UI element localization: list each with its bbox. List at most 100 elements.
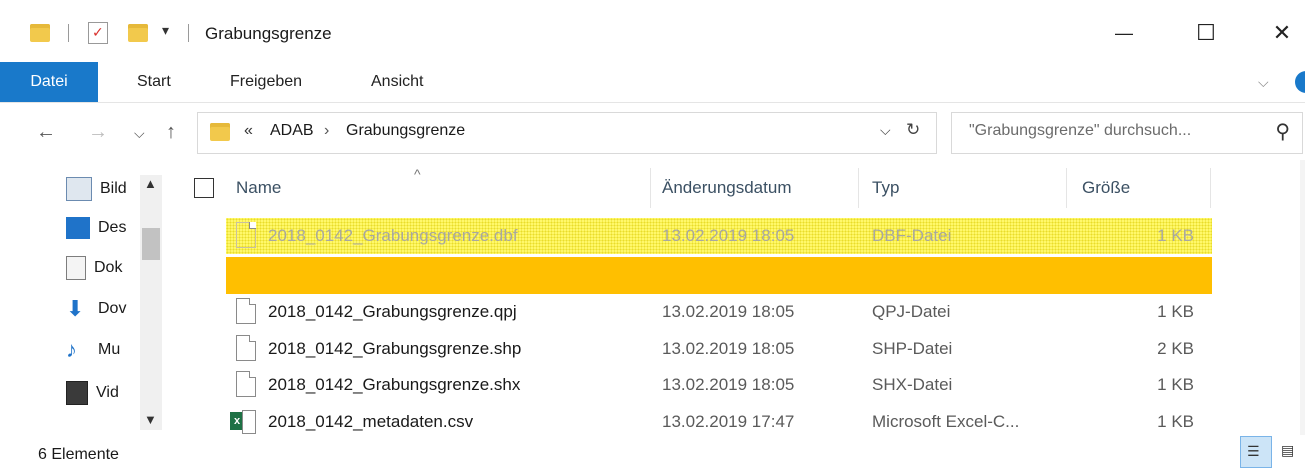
nav-item-label: Mu bbox=[98, 341, 121, 358]
maximize-icon: ☐ bbox=[1196, 20, 1216, 45]
file-name: 2018_0142_metadaten.csv bbox=[268, 412, 474, 431]
excel-csv-icon: x bbox=[230, 410, 256, 434]
nav-item-downloads[interactable]: ⬇ Dov bbox=[66, 294, 126, 324]
search-placeholder: "Grabungsgrenze" durchsuch... bbox=[969, 122, 1192, 139]
file-row[interactable]: 2018_0142_Grabungsgrenze.qpj 13.02.2019 … bbox=[226, 294, 1212, 330]
tab-start[interactable]: Start bbox=[137, 62, 171, 102]
file-row[interactable]: 2018_0142_Grabungsgrenze.shx 13.02.2019 … bbox=[226, 367, 1212, 403]
file-name: 2018_0142_Grabungsgrenze.shp bbox=[268, 339, 522, 358]
videos-icon bbox=[66, 381, 88, 405]
file-size: 1 KB bbox=[1157, 302, 1194, 321]
scroll-up-icon[interactable]: ▲ bbox=[144, 176, 157, 191]
breadcrumb-overflow[interactable]: « bbox=[244, 122, 253, 140]
nav-item-desktop[interactable]: Des bbox=[66, 213, 126, 243]
details-view-button[interactable]: ☰ bbox=[1240, 436, 1272, 468]
column-header-name[interactable]: Name bbox=[236, 174, 281, 202]
nav-item-musik[interactable]: ♪ Mu bbox=[66, 335, 120, 365]
highlighted-row[interactable] bbox=[226, 257, 1212, 294]
folder-icon bbox=[210, 123, 230, 141]
breadcrumb-grabungsgrenze[interactable]: Grabungsgrenze bbox=[346, 122, 465, 140]
file-date: 13.02.2019 17:47 bbox=[662, 412, 795, 431]
nav-scrollbar-thumb[interactable] bbox=[142, 228, 160, 260]
close-button[interactable]: ✕ bbox=[1258, 10, 1305, 56]
nav-pane-scrollbar[interactable] bbox=[140, 175, 162, 430]
separator bbox=[188, 24, 189, 42]
select-all-checkbox[interactable] bbox=[194, 178, 214, 198]
separator bbox=[68, 24, 69, 42]
nav-item-label: Dok bbox=[94, 259, 123, 276]
file-date: 13.02.2019 18:05 bbox=[662, 339, 795, 358]
close-icon: ✕ bbox=[1272, 20, 1292, 45]
minimize-button[interactable]: — bbox=[1100, 10, 1148, 56]
search-icon: ⚲ bbox=[1275, 121, 1290, 143]
refresh-icon[interactable]: ↻ bbox=[906, 120, 920, 140]
file-type: SHX-Datei bbox=[872, 375, 953, 394]
properties-icon[interactable]: ✓ bbox=[88, 22, 108, 44]
file-row[interactable]: 2018_0142_Grabungsgrenze.shp 13.02.2019 … bbox=[226, 331, 1212, 367]
nav-item-bilder[interactable]: Bild bbox=[66, 174, 127, 204]
column-divider[interactable] bbox=[1210, 168, 1211, 208]
file-name: 2018_0142_Grabungsgrenze.qpj bbox=[268, 302, 517, 321]
maximize-button[interactable]: ☐ bbox=[1182, 10, 1230, 56]
folder-icon bbox=[30, 24, 50, 42]
nav-item-label: Vid bbox=[96, 384, 119, 401]
address-dropdown-icon[interactable]: ⌵ bbox=[880, 122, 891, 139]
file-size: 1 KB bbox=[1157, 375, 1194, 394]
address-bar[interactable]: « ADAB › Grabungsgrenze ⌵ ↻ bbox=[197, 112, 937, 154]
file-type: SHP-Datei bbox=[872, 339, 953, 358]
column-divider[interactable] bbox=[650, 168, 651, 208]
nav-item-label: Dov bbox=[98, 300, 127, 317]
file-size: 1 KB bbox=[1157, 412, 1194, 431]
expand-ribbon-icon[interactable]: ⌵ bbox=[1258, 62, 1269, 102]
file-type: Microsoft Excel-C... bbox=[872, 412, 1020, 431]
tab-ansicht[interactable]: Ansicht bbox=[371, 62, 423, 102]
file-icon bbox=[236, 335, 256, 361]
large-icons-view-button[interactable]: ▤ bbox=[1277, 436, 1303, 466]
item-count: 6 Elemente bbox=[38, 446, 119, 463]
file-date: 13.02.2019 18:05 bbox=[662, 302, 795, 321]
file-size: 1 KB bbox=[1157, 226, 1194, 245]
nav-item-dokumente[interactable]: Dok bbox=[66, 253, 122, 283]
file-size: 2 KB bbox=[1157, 339, 1194, 358]
column-header-type[interactable]: Typ bbox=[872, 174, 899, 202]
details-view-icon: ☰ bbox=[1247, 443, 1260, 459]
scroll-down-icon[interactable]: ▼ bbox=[144, 412, 157, 427]
column-header-date[interactable]: Änderungsdatum bbox=[662, 174, 791, 202]
desktop-icon bbox=[66, 217, 90, 239]
documents-icon bbox=[66, 256, 86, 280]
file-type: QPJ-Datei bbox=[872, 302, 951, 321]
download-arrow-icon: ⬇ bbox=[66, 296, 85, 321]
music-note-icon: ♪ bbox=[66, 337, 77, 362]
nav-item-label: Des bbox=[98, 219, 127, 236]
nav-item-label: Bild bbox=[100, 180, 127, 197]
breadcrumb-adab[interactable]: ADAB bbox=[270, 122, 314, 140]
up-arrow-icon[interactable]: ↑ bbox=[166, 121, 176, 144]
minimize-icon: — bbox=[1115, 22, 1133, 43]
file-date: 13.02.2019 18:05 bbox=[662, 226, 795, 245]
column-header-size[interactable]: Größe bbox=[1082, 174, 1130, 202]
file-icon bbox=[236, 298, 256, 324]
tab-datei[interactable]: Datei bbox=[0, 62, 98, 102]
file-row[interactable]: 2018_0142_Grabungsgrenze.dbf 13.02.2019 … bbox=[226, 218, 1212, 254]
file-icon bbox=[236, 371, 256, 397]
column-divider[interactable] bbox=[1066, 168, 1067, 208]
window-title: Grabungsgrenze bbox=[205, 24, 332, 43]
column-divider[interactable] bbox=[858, 168, 859, 208]
forward-arrow-icon[interactable]: → bbox=[88, 121, 108, 144]
customize-toolbar-icon[interactable]: ▾ bbox=[162, 22, 169, 39]
new-folder-icon[interactable] bbox=[128, 24, 148, 42]
file-type: DBF-Datei bbox=[872, 226, 952, 245]
help-icon[interactable] bbox=[1295, 71, 1305, 93]
recent-locations-chevron-icon[interactable]: ⌵ bbox=[134, 125, 145, 142]
back-arrow-icon[interactable]: ← bbox=[36, 121, 56, 144]
status-bar bbox=[0, 440, 1305, 471]
breadcrumb-separator: › bbox=[324, 122, 330, 139]
file-list-scrollbar[interactable] bbox=[1300, 160, 1305, 435]
file-row[interactable]: x 2018_0142_metadaten.csv 13.02.2019 17:… bbox=[226, 404, 1212, 440]
file-name: 2018_0142_Grabungsgrenze.shx bbox=[268, 375, 521, 394]
nav-item-videos[interactable]: Vid bbox=[66, 378, 119, 408]
title-bar: ✓ ▾ Grabungsgrenze — ☐ ✕ bbox=[0, 0, 1305, 62]
tab-freigeben[interactable]: Freigeben bbox=[230, 62, 302, 102]
file-icon bbox=[236, 222, 256, 248]
file-name: 2018_0142_Grabungsgrenze.dbf bbox=[268, 226, 518, 245]
